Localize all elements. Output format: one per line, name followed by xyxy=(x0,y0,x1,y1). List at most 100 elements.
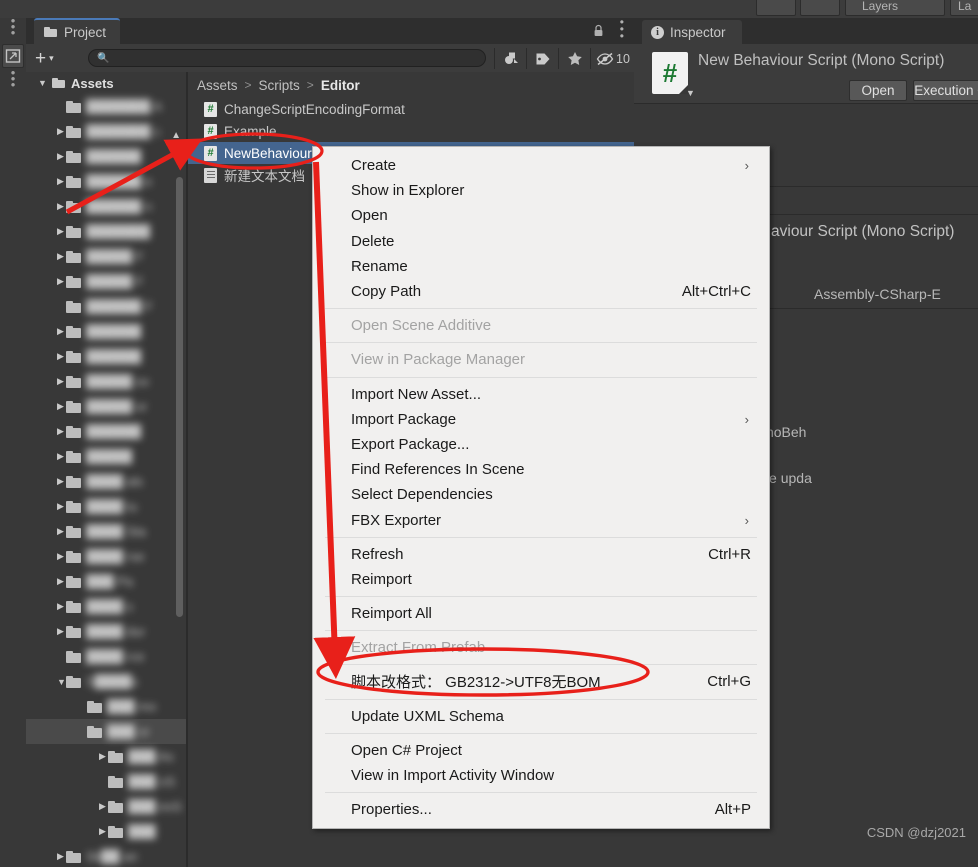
object-filter-button[interactable] xyxy=(494,48,527,69)
chevron-right-icon[interactable]: ▶ xyxy=(57,351,66,362)
tree-item[interactable]: ▶ █████ xyxy=(26,444,186,469)
chevron-right-icon[interactable]: ▶ xyxy=(99,751,108,762)
menu-item[interactable]: Reimport xyxy=(313,567,769,592)
tree-root-assets[interactable]: ▼ Assets xyxy=(26,72,186,94)
tree-item[interactable]: ███ oS xyxy=(26,769,186,794)
tree-item[interactable]: ▶ ███████ xyxy=(26,219,186,244)
chevron-right-icon[interactable]: ▶ xyxy=(57,526,66,537)
chevron-right-icon[interactable]: ▶ xyxy=(57,601,66,612)
tree-item[interactable]: ███ mo xyxy=(26,694,186,719)
tree-item[interactable]: ▶ █████ ov xyxy=(26,369,186,394)
menu-item[interactable]: Rename xyxy=(313,254,769,279)
tree-item[interactable]: ▶ ████ als xyxy=(26,469,186,494)
menu-item[interactable]: Create › xyxy=(313,153,769,178)
tree-item[interactable]: ███ or xyxy=(26,719,186,744)
tree-item[interactable]: ▼ S████s xyxy=(26,669,186,694)
tree-item[interactable]: ▶ ██████ xyxy=(26,144,186,169)
tree-item[interactable]: ▶ ████ tu xyxy=(26,494,186,519)
tree-item[interactable]: ▶ ███ As xyxy=(26,744,186,769)
file-list-item[interactable]: # Example xyxy=(188,120,634,142)
tab-inspector[interactable]: i Inspector xyxy=(642,20,742,44)
lock-icon[interactable] xyxy=(593,24,604,40)
menu-item[interactable]: Copy Path Alt+Ctrl+C xyxy=(313,279,769,304)
play-button[interactable] xyxy=(756,0,796,16)
menu-item[interactable]: Find References In Scene xyxy=(313,457,769,482)
chevron-down-icon[interactable]: ▼ xyxy=(57,677,66,687)
file-list-item[interactable]: # ChangeScriptEncodingFormat xyxy=(188,98,634,120)
menu-item[interactable]: Delete xyxy=(313,229,769,254)
chevron-right-icon[interactable]: ▶ xyxy=(57,401,66,412)
chevron-right-icon[interactable]: ▶ xyxy=(57,626,66,637)
label-filter-button[interactable] xyxy=(526,48,559,69)
kebab-menu-icon[interactable]: • • • xyxy=(5,14,21,39)
tree-item[interactable]: ▶ █████ F xyxy=(26,244,186,269)
tree-item[interactable]: ▶ ███████ c xyxy=(26,119,186,144)
chevron-right-icon[interactable]: ▶ xyxy=(57,251,66,262)
chevron-right-icon[interactable]: ▶ xyxy=(57,451,66,462)
favorite-star-button[interactable] xyxy=(558,48,591,69)
chevron-right-icon[interactable]: ▶ xyxy=(57,226,66,237)
tree-item[interactable]: ▶ ██████ xyxy=(26,419,186,444)
tree-item[interactable]: ▶ ████ dur xyxy=(26,619,186,644)
chevron-right-icon[interactable]: ▶ xyxy=(57,476,66,487)
chevron-right-icon[interactable]: ▶ xyxy=(99,801,108,812)
chevron-right-icon[interactable]: ▶ xyxy=(99,826,108,837)
tree-item[interactable]: ▶ ██████ e xyxy=(26,169,186,194)
project-menu-kebab-icon[interactable]: • • • xyxy=(620,16,624,42)
menu-item[interactable]: Refresh Ctrl+R xyxy=(313,542,769,567)
project-folder-tree[interactable]: ▼ Assets ███████ A ▶ ███████ c ▶ ██████ ▶ ████… xyxy=(26,72,186,867)
chevron-right-icon[interactable]: ▶ xyxy=(57,176,66,187)
tab-project[interactable]: Project xyxy=(34,18,121,44)
tree-item[interactable]: ▶ ███ xyxy=(26,819,186,844)
kebab-menu-icon-2[interactable]: • • • xyxy=(5,66,21,91)
chevron-right-icon[interactable]: ▶ xyxy=(57,426,66,437)
tree-item[interactable]: ▶ ██████ xyxy=(26,344,186,369)
tree-item[interactable]: ▶ █████ F xyxy=(26,269,186,294)
menu-item[interactable]: Show in Explorer xyxy=(313,178,769,203)
menu-item[interactable]: Select Dependencies xyxy=(313,482,769,507)
breadcrumb-item-assets[interactable]: Assets xyxy=(197,78,238,93)
execution-order-button[interactable]: Execution Order xyxy=(913,80,978,101)
menu-item[interactable]: Import Package › xyxy=(313,407,769,432)
chevron-right-icon[interactable]: ▶ xyxy=(57,201,66,212)
tree-item[interactable]: ▶ Sk██ an xyxy=(26,844,186,867)
breadcrumb-item-editor[interactable]: Editor xyxy=(321,78,360,93)
chevron-right-icon[interactable]: ▶ xyxy=(57,501,66,512)
hidden-assets-button[interactable]: 10 xyxy=(590,48,635,69)
chevron-right-icon[interactable]: ▶ xyxy=(57,376,66,387)
menu-item[interactable]: View in Import Activity Window xyxy=(313,763,769,788)
breadcrumb[interactable]: Assets > Scripts > Editor xyxy=(188,72,634,98)
menu-item[interactable]: Update UXML Schema xyxy=(313,704,769,729)
tree-item[interactable]: ▶ █████ or xyxy=(26,394,186,419)
context-menu[interactable]: Create › Show in Explorer Open Delete Rename C… xyxy=(312,146,770,830)
menu-item[interactable]: Reimport All xyxy=(313,601,769,626)
menu-item[interactable]: Open xyxy=(313,203,769,228)
chevron-right-icon[interactable]: ▶ xyxy=(57,551,66,562)
tree-item-list[interactable]: ███████ A ▶ ███████ c ▶ ██████ ▶ ██████ e ▶ ████… xyxy=(26,94,186,867)
search-input[interactable]: 🔍 xyxy=(88,49,486,67)
tree-item[interactable]: ██████ F xyxy=(26,294,186,319)
chevron-right-icon[interactable]: ▶ xyxy=(57,276,66,287)
tree-item[interactable]: ▶ ███ Pa xyxy=(26,569,186,594)
tree-item[interactable]: ▶ ████ s xyxy=(26,594,186,619)
menu-item[interactable]: Properties... Alt+P xyxy=(313,797,769,822)
tree-item[interactable]: ▶ ████ rse xyxy=(26,544,186,569)
chevron-right-icon[interactable]: ▶ xyxy=(57,576,66,587)
open-button[interactable]: Open xyxy=(849,80,907,101)
menu-item[interactable]: Export Package... xyxy=(313,432,769,457)
create-asset-button[interactable]: + ▾ xyxy=(32,47,57,69)
tree-item[interactable]: ▶ ████ Sta xyxy=(26,519,186,544)
menu-item[interactable]: 脚本改格式： GB2312->UTF8无BOM Ctrl+G xyxy=(313,669,769,694)
breadcrumb-item-scripts[interactable]: Scripts xyxy=(259,78,300,93)
tree-item[interactable]: ▶ ███ esS xyxy=(26,794,186,819)
search-input-field[interactable] xyxy=(114,50,459,66)
menu-item[interactable]: FBX Exporter › xyxy=(313,507,769,532)
search-toolbar-button[interactable] xyxy=(800,0,840,16)
menu-item[interactable]: Open C# Project xyxy=(313,738,769,763)
chevron-right-icon[interactable]: ▶ xyxy=(57,151,66,162)
chevron-right-icon[interactable]: ▶ xyxy=(57,326,66,337)
tree-item[interactable]: ▶ ██████ n xyxy=(26,194,186,219)
chevron-right-icon[interactable]: ▶ xyxy=(57,126,66,137)
menu-item[interactable]: Import New Asset... xyxy=(313,382,769,407)
tree-scrollbar[interactable] xyxy=(176,177,183,617)
